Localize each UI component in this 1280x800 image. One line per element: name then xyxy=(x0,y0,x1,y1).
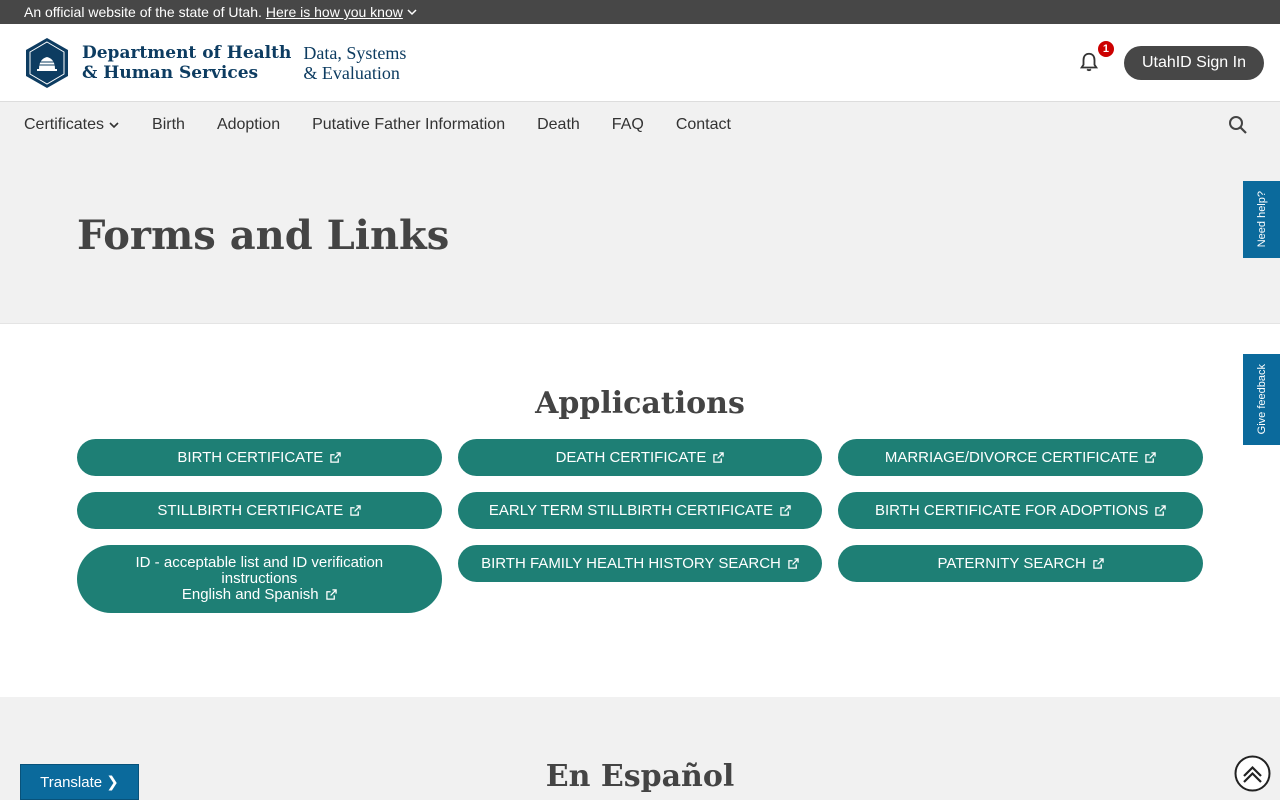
link-label: ID - acceptable list and ID verification… xyxy=(135,554,384,587)
main-navigation: Certificates Birth Adoption Putative Fat… xyxy=(0,102,1280,148)
home-logo-link[interactable]: Department of Health & Human Services Da… xyxy=(24,37,406,89)
birth-certificate-adoptions-link[interactable]: BIRTH CERTIFICATE FOR ADOPTIONS xyxy=(838,492,1203,529)
search-icon[interactable] xyxy=(1226,113,1250,137)
nav-item-death[interactable]: Death xyxy=(537,116,580,134)
chevron-down-icon xyxy=(109,122,119,129)
link-label: MARRIAGE/DIVORCE CERTIFICATE xyxy=(884,448,1139,466)
nav-item-faq[interactable]: FAQ xyxy=(612,116,644,134)
external-link-icon xyxy=(1155,505,1167,516)
need-help-label: Need help? xyxy=(1255,191,1268,248)
page-title: Forms and Links xyxy=(77,212,450,259)
link-label: BIRTH CERTIFICATE xyxy=(177,448,324,466)
site-header: Department of Health & Human Services Da… xyxy=(0,24,1280,102)
birth-family-health-history-link[interactable]: BIRTH FAMILY HEALTH HISTORY SEARCH xyxy=(457,545,823,582)
back-to-top-icon[interactable] xyxy=(1234,755,1271,792)
marriage-divorce-certificate-link[interactable]: MARRIAGE/DIVORCE CERTIFICATE xyxy=(838,439,1203,476)
nav-item-certificates[interactable]: Certificates xyxy=(24,116,120,134)
nav-item-label: Certificates xyxy=(24,116,105,133)
nav-item-putative-father[interactable]: Putative Father Information xyxy=(312,116,505,134)
agency-name: Department of Health & Human Services xyxy=(82,43,291,83)
subagency-name-line1: Data, Systems xyxy=(303,42,407,63)
espanol-heading: En Español xyxy=(545,759,735,794)
give-feedback-label: Give feedback xyxy=(1255,364,1268,435)
how-you-know-link[interactable]: Here is how you know xyxy=(266,4,417,20)
link-label: DEATH CERTIFICATE xyxy=(555,448,707,466)
official-site-text: An official website of the state of Utah… xyxy=(24,4,262,20)
page-hero: Forms and Links xyxy=(0,148,1280,324)
external-link-icon xyxy=(1093,558,1104,569)
bell-icon xyxy=(1079,52,1098,71)
applications-section: Applications BIRTH CERTIFICATE DEATH CER… xyxy=(0,324,1280,697)
subagency-name: Data, Systems & Evaluation xyxy=(303,43,406,83)
link-label-line2: English and Spanish xyxy=(181,586,319,603)
notifications-button[interactable]: 1 xyxy=(1078,40,1114,75)
subagency-name-line2: & Evaluation xyxy=(303,62,400,83)
nav-item-adoption[interactable]: Adoption xyxy=(217,116,280,134)
stillbirth-certificate-link[interactable]: STILLBIRTH CERTIFICATE xyxy=(77,492,442,529)
need-help-tab[interactable]: Need help? xyxy=(1243,181,1280,258)
external-link-icon xyxy=(326,589,337,600)
external-link-icon xyxy=(350,505,361,516)
external-link-icon xyxy=(1145,452,1157,463)
official-site-banner: An official website of the state of Utah… xyxy=(0,0,1280,24)
chevron-down-icon xyxy=(407,9,417,16)
external-link-icon xyxy=(780,505,791,516)
translate-button[interactable]: Translate ❯ xyxy=(20,764,139,800)
how-you-know-label: Here is how you know xyxy=(265,4,403,20)
agency-name-line1: Department of Health xyxy=(82,42,292,63)
utah-seal-icon xyxy=(26,37,68,88)
external-link-icon xyxy=(713,452,725,463)
applications-heading: Applications xyxy=(535,386,745,421)
early-term-stillbirth-certificate-link[interactable]: EARLY TERM STILLBIRTH CERTIFICATE xyxy=(457,492,823,529)
death-certificate-link[interactable]: DEATH CERTIFICATE xyxy=(457,439,823,476)
agency-name-line2: & Human Services xyxy=(82,62,259,83)
external-link-icon xyxy=(788,558,799,569)
link-label: EARLY TERM STILLBIRTH CERTIFICATE xyxy=(488,501,774,519)
give-feedback-tab[interactable]: Give feedback xyxy=(1243,354,1280,445)
nav-item-birth[interactable]: Birth xyxy=(152,116,185,134)
applications-grid: BIRTH CERTIFICATE DEATH CERTIFICATE MARR… xyxy=(77,439,1203,613)
notification-count-badge: 1 xyxy=(1097,40,1114,57)
birth-certificate-link[interactable]: BIRTH CERTIFICATE xyxy=(77,439,442,476)
link-label: BIRTH CERTIFICATE FOR ADOPTIONS xyxy=(874,501,1149,519)
espanol-section: En Español xyxy=(0,697,1280,800)
link-label: PATERNITY SEARCH xyxy=(937,554,1086,572)
external-link-icon xyxy=(330,452,341,463)
utahid-signin-button[interactable]: UtahID Sign In xyxy=(1123,45,1264,80)
id-link-text: ID - acceptable list and ID verification… xyxy=(97,555,422,603)
nav-item-contact[interactable]: Contact xyxy=(676,116,731,134)
link-label: STILLBIRTH CERTIFICATE xyxy=(157,501,344,519)
paternity-search-link[interactable]: PATERNITY SEARCH xyxy=(838,545,1203,582)
id-verification-link[interactable]: ID - acceptable list and ID verification… xyxy=(77,545,442,613)
link-label: BIRTH FAMILY HEALTH HISTORY SEARCH xyxy=(481,554,781,572)
